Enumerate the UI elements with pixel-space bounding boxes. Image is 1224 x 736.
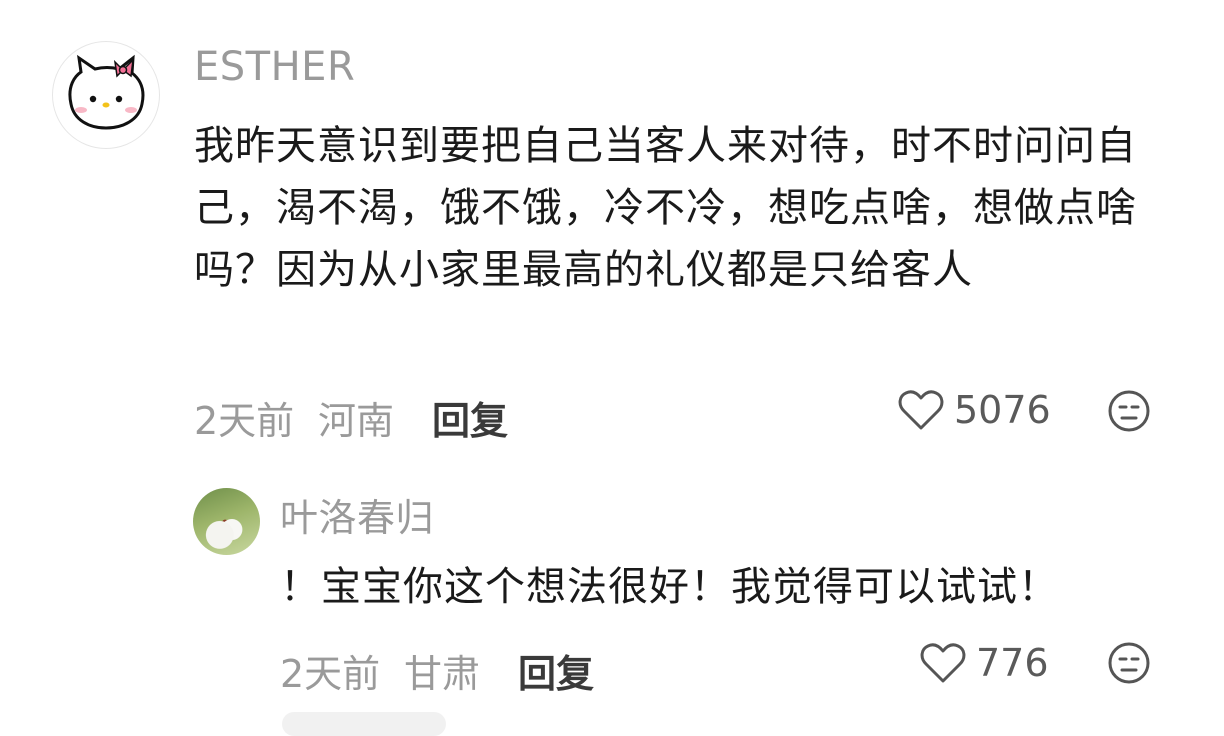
commenter-username[interactable]: ESTHER (194, 44, 355, 90)
reply-like-button[interactable]: 776 (920, 641, 1049, 685)
commenter-avatar[interactable] (52, 41, 160, 149)
heart-outline-icon (898, 389, 944, 431)
comment-text: 我昨天意识到要把自己当客人来对待，时不时问问自己，渴不渴，饿不饿，冷不冷，想吃点… (194, 123, 1137, 293)
neutral-face-icon[interactable] (1107, 641, 1151, 685)
like-count: 5076 (954, 388, 1051, 432)
next-item-edge (282, 712, 446, 736)
comment-time: 2天前 (194, 399, 295, 443)
replier-avatar[interactable] (193, 488, 260, 555)
neutral-face-icon[interactable] (1107, 389, 1151, 433)
reply-time: 2天前 (280, 652, 381, 696)
like-button[interactable]: 5076 (898, 388, 1051, 432)
reply-location: 甘肃 (404, 652, 481, 696)
reply-button[interactable]: 回复 (432, 390, 508, 445)
hello-kitty-avatar-drawing (68, 54, 145, 130)
comment-location: 河南 (318, 399, 395, 443)
replier-username[interactable]: 叶洛春归 (280, 487, 434, 542)
heart-outline-icon (920, 642, 966, 684)
reply-reply-button[interactable]: 回复 (518, 643, 594, 698)
reply-text: ！宝宝你这个想法很好！我觉得可以试试！ (280, 564, 1059, 610)
reply-like-count: 776 (976, 641, 1049, 685)
